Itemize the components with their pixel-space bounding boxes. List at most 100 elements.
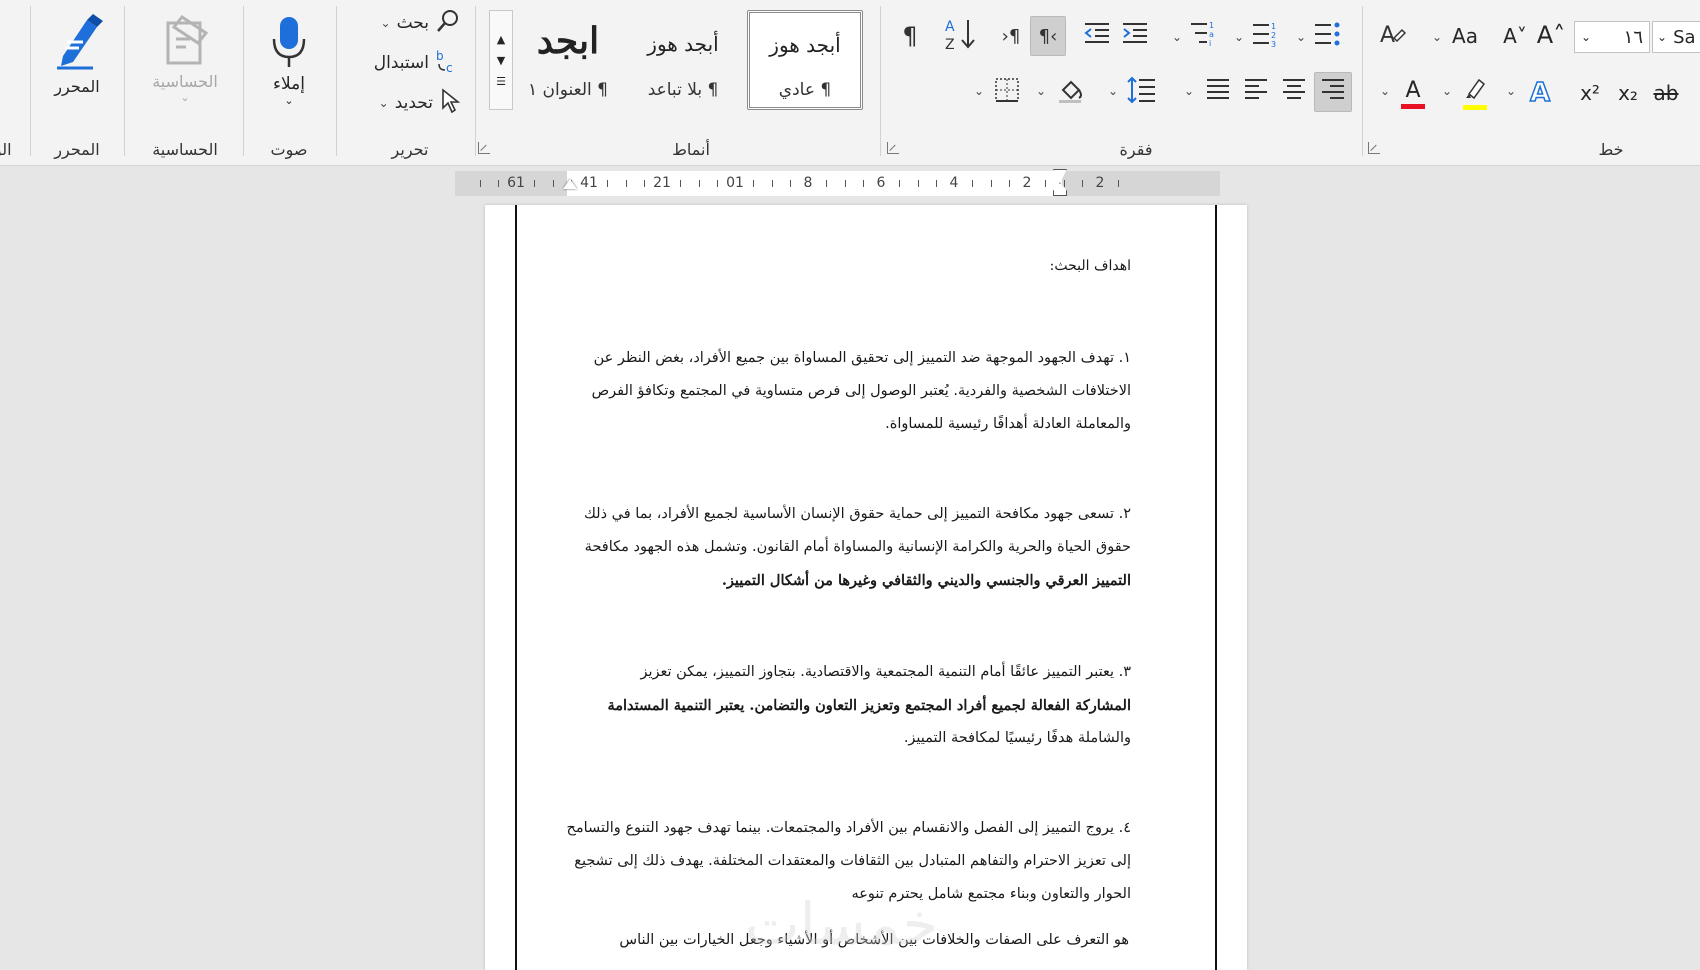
borders-button[interactable] xyxy=(990,74,1024,110)
strikethrough-icon: ab xyxy=(1653,81,1679,105)
chevron-down-icon: ⌄ xyxy=(1657,30,1668,44)
highlight-color-button[interactable] xyxy=(1458,74,1492,112)
group-separator xyxy=(124,6,125,156)
line-spacing-button[interactable] xyxy=(1124,74,1160,110)
ruler-tick xyxy=(607,180,608,187)
paragraph-3-line-3: والشاملة هدفًا رئيسيًا لمكافحة التمييز. xyxy=(903,730,1131,746)
ruler-tick xyxy=(553,180,554,187)
chevron-down-icon[interactable]: ⌄ xyxy=(1108,84,1118,98)
chevron-down-icon[interactable]: ⌄ xyxy=(1296,30,1306,44)
align-right-button[interactable] xyxy=(1314,72,1352,112)
replace-icon: bc xyxy=(435,48,461,79)
replace-label: استبدال xyxy=(373,53,429,73)
increase-indent-button[interactable] xyxy=(1118,18,1152,54)
style-no-spacing[interactable]: أبجد هوز ¶ بلا تباعد xyxy=(625,10,741,110)
ribbon: الو المحرر المحرر الحساسية ⌄ الحساسية xyxy=(0,0,1700,166)
borders-icon xyxy=(994,77,1020,108)
paragraph-2-line-1: ٢. تسعى جهود مكافحة التمييز إلى حماية حق… xyxy=(583,506,1131,522)
shading-button[interactable] xyxy=(1054,74,1088,110)
chevron-down-icon[interactable]: ⌄ xyxy=(1234,30,1244,44)
numbering-button[interactable]: 123 xyxy=(1248,18,1282,54)
rtl-direction-button[interactable]: ¶‹ xyxy=(1030,16,1066,56)
search-icon xyxy=(435,8,461,39)
editor-button[interactable]: المحرر xyxy=(42,6,112,102)
chevron-down-icon[interactable]: ⌄ xyxy=(1506,84,1516,98)
chevron-down-icon[interactable]: ⌄ xyxy=(1172,30,1182,44)
font-color-icon: A xyxy=(1405,77,1421,103)
font-size-dropdown[interactable]: ⌄ ١٦ xyxy=(1574,21,1650,53)
ltr-paragraph-icon: ›¶ xyxy=(1001,25,1021,47)
ltr-direction-button[interactable]: ›¶ xyxy=(994,18,1028,54)
ruler-tick xyxy=(772,180,773,187)
clear-formatting-button[interactable]: A xyxy=(1374,18,1410,54)
svg-text:a: a xyxy=(1209,30,1214,39)
paragraph-4-line-1: ٤. يروج التمييز إلى الفصل والانقسام بين … xyxy=(566,820,1131,836)
left-indent-marker[interactable] xyxy=(563,179,577,189)
multilevel-list-icon: 1ai xyxy=(1189,20,1217,53)
superscript-button[interactable]: x² xyxy=(1572,74,1608,112)
text-effects-button[interactable]: A xyxy=(1522,74,1558,112)
group-label-voice: صوت xyxy=(270,140,308,159)
show-formatting-marks-button[interactable]: ¶ xyxy=(895,18,925,54)
styles-dialog-launcher[interactable] xyxy=(887,142,899,154)
font-name-dropdown[interactable]: ⌄ Sa xyxy=(1652,21,1700,53)
partial-group-label: الو xyxy=(0,140,12,159)
shrink-font-button[interactable]: A˅ xyxy=(1498,18,1532,54)
strikethrough-button[interactable]: ab xyxy=(1648,74,1684,112)
justify-button[interactable] xyxy=(1200,74,1236,110)
style-normal[interactable]: أبجد هوز ¶ عادي xyxy=(747,10,863,110)
expand-gallery-icon[interactable]: ☰ xyxy=(496,75,506,88)
svg-text:2: 2 xyxy=(1271,31,1276,40)
document-page[interactable]: اهداف البحث: ١. تهدف الجهود الموجهة ضد ا… xyxy=(485,205,1247,970)
ruler-tick xyxy=(991,180,992,187)
style-name: ¶ بلا تباعد xyxy=(647,80,719,100)
style-heading1[interactable]: ابجد ¶ العنوان ١ xyxy=(515,10,621,110)
font-color-button[interactable]: A xyxy=(1396,74,1430,112)
ruler-number: 61 xyxy=(507,175,525,191)
style-sample: ابجد xyxy=(536,20,600,62)
replace-button[interactable]: استبدال bc xyxy=(355,48,461,78)
sort-az-icon: AZ xyxy=(943,16,977,57)
document-heading: اهداف البحث: xyxy=(1049,258,1131,274)
select-button[interactable]: ⌄ تحديد xyxy=(355,87,461,118)
group-separator xyxy=(243,6,244,156)
find-button[interactable]: ⌄ بحث xyxy=(355,8,461,38)
multilevel-list-button[interactable]: 1ai xyxy=(1186,18,1220,54)
svg-text:1: 1 xyxy=(1271,22,1276,31)
chevron-down-icon[interactable]: ⌄ xyxy=(1442,84,1452,98)
highlight-color-swatch xyxy=(1463,105,1487,110)
horizontal-ruler[interactable]: 61 41 21 01 8 6 4 2 2 xyxy=(455,169,1220,196)
watermark: خمسات xyxy=(745,890,939,958)
align-center-icon xyxy=(1281,77,1307,108)
align-center-button[interactable] xyxy=(1276,74,1312,110)
font-name-value: Sa xyxy=(1673,26,1696,48)
chevron-down-icon[interactable]: ⌄ xyxy=(1432,30,1442,44)
chevron-down-icon[interactable]: ⌄ xyxy=(1380,84,1390,98)
decrease-indent-icon xyxy=(1083,21,1111,52)
chevron-up-icon[interactable]: ▲ xyxy=(497,33,505,46)
sensitivity-button[interactable]: الحساسية ⌄ xyxy=(135,6,235,110)
chevron-down-icon[interactable]: ⌄ xyxy=(1036,84,1046,98)
decrease-indent-button[interactable] xyxy=(1080,18,1114,54)
chevron-down-icon[interactable]: ⌄ xyxy=(974,84,984,98)
group-label-paragraph: فقرة xyxy=(1119,140,1153,159)
bullets-button[interactable] xyxy=(1310,18,1344,54)
paragraph-dialog-launcher[interactable] xyxy=(1368,142,1380,154)
chevron-down-icon[interactable]: ⌄ xyxy=(1184,84,1194,98)
align-left-button[interactable] xyxy=(1238,74,1274,110)
change-case-button[interactable]: Aa xyxy=(1446,18,1484,54)
svg-text:i: i xyxy=(1209,39,1211,48)
chevron-down-icon: ⌄ xyxy=(380,16,391,30)
sort-button[interactable]: AZ xyxy=(940,18,980,54)
ruler-tick xyxy=(534,180,535,187)
align-right-icon xyxy=(1320,77,1346,108)
ruler-number: 01 xyxy=(726,175,744,191)
editor-pen-icon xyxy=(49,12,105,75)
subscript-button[interactable]: x₂ xyxy=(1610,74,1646,112)
editing-dialog-launcher[interactable] xyxy=(478,142,490,154)
chevron-down-icon[interactable]: ▼ xyxy=(497,54,505,67)
grow-font-button[interactable]: A˄ xyxy=(1534,16,1568,54)
ruler-number: 8 xyxy=(803,175,813,191)
styles-scroll-controls[interactable]: ▲ ▼ ☰ xyxy=(489,10,513,110)
dictate-button[interactable]: إملاء ⌄ xyxy=(253,6,325,114)
